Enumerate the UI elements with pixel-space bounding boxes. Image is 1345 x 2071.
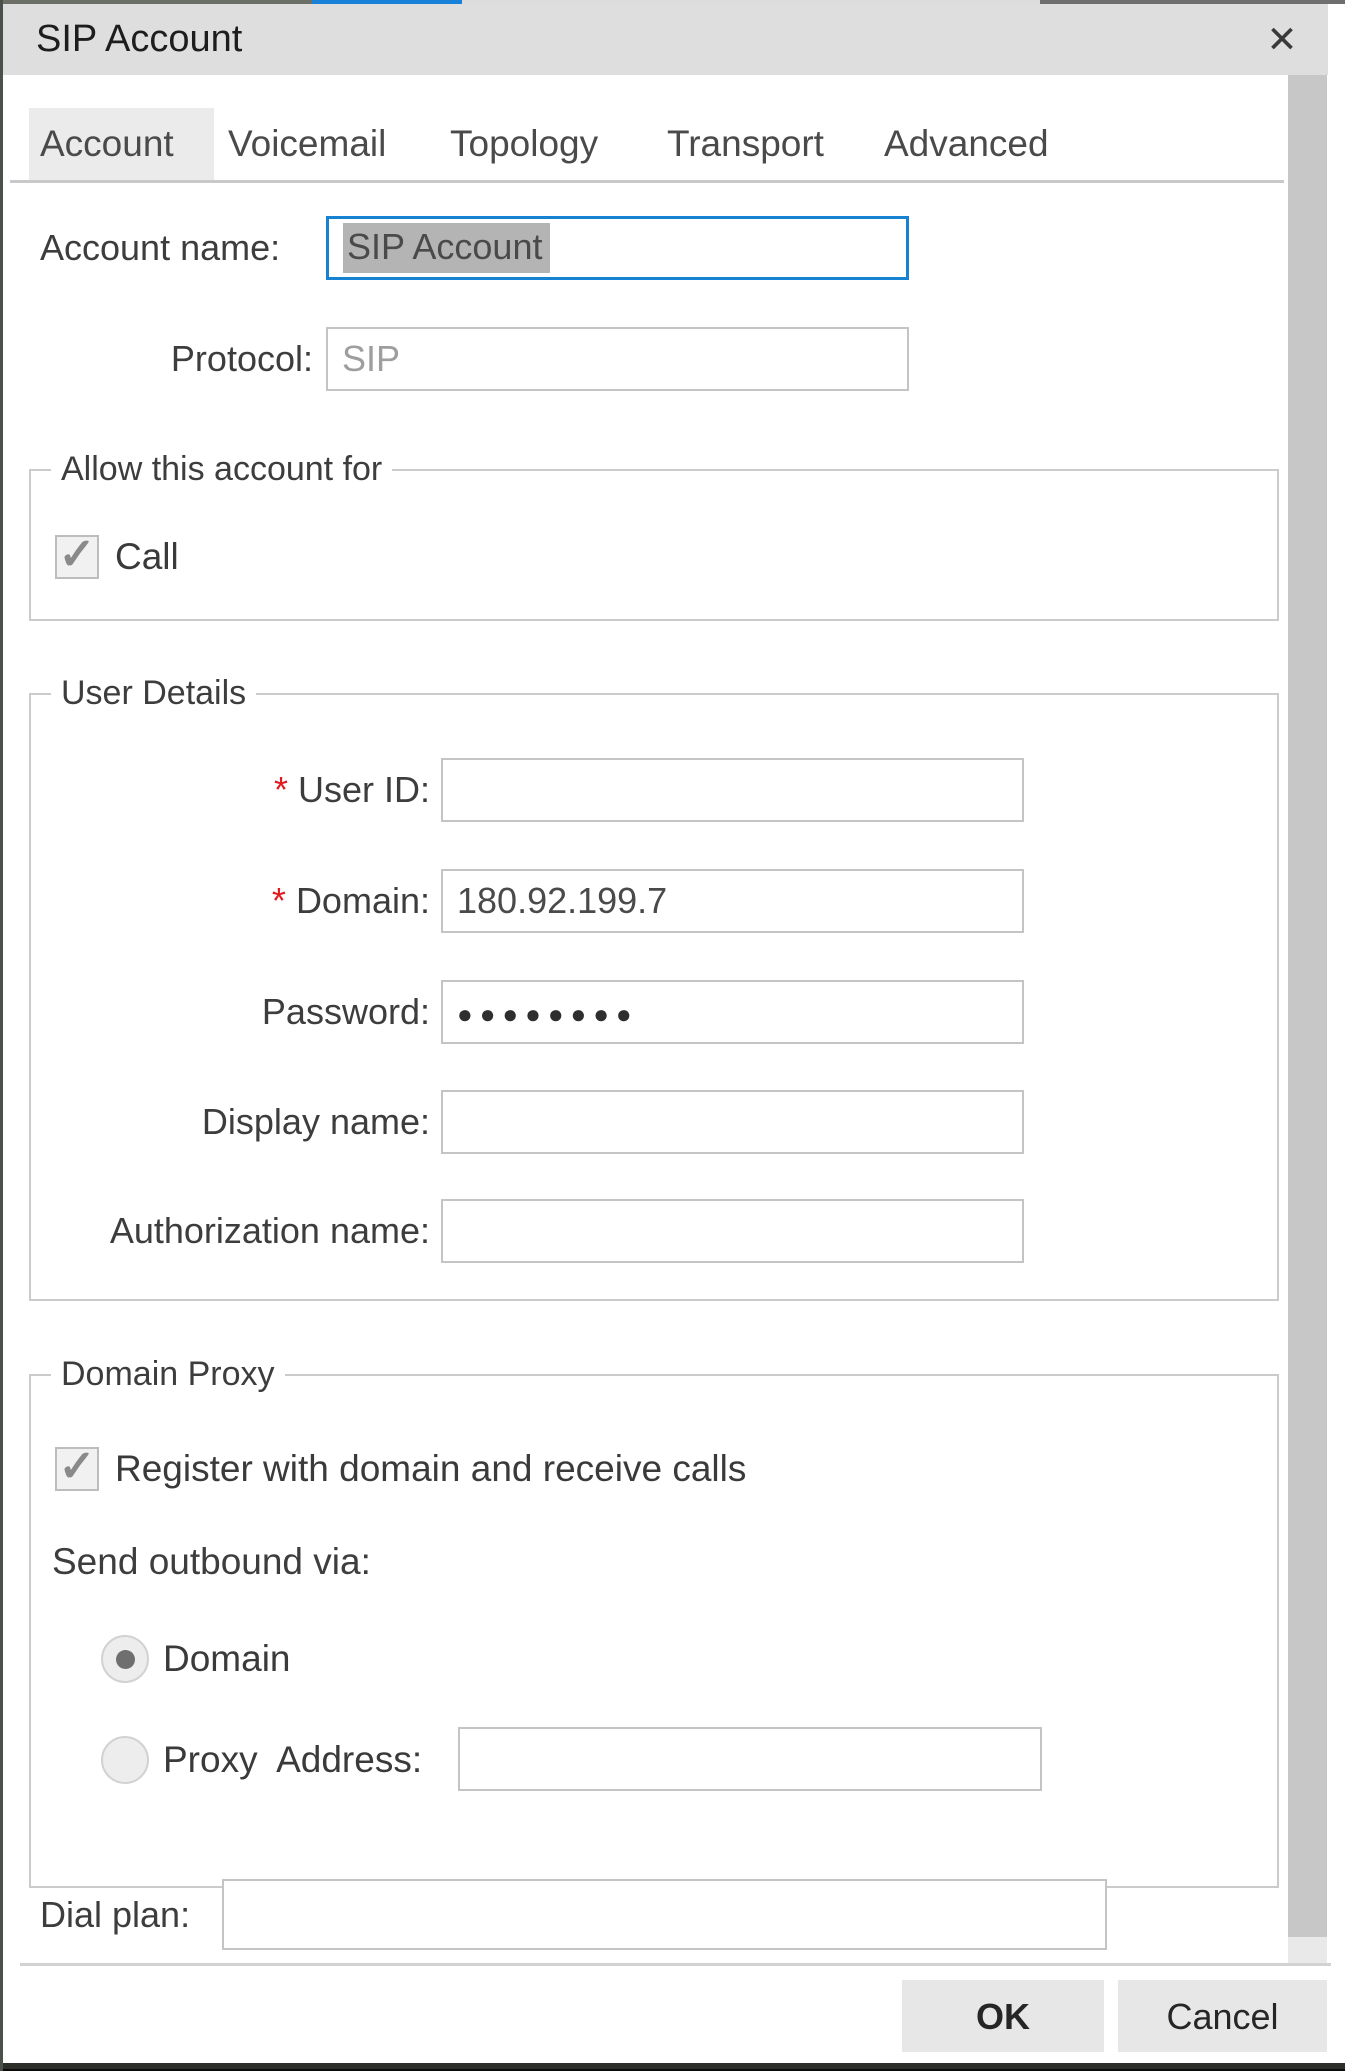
protocol-input: SIP xyxy=(326,327,909,391)
password-masked-value: ●●●●●●●● xyxy=(457,995,639,1030)
footer-divider xyxy=(20,1963,1331,1966)
dial-plan-input[interactable] xyxy=(222,1879,1107,1950)
user-id-label: *User ID: xyxy=(40,758,430,822)
authorization-name-input[interactable] xyxy=(441,1199,1024,1263)
radio-proxy[interactable] xyxy=(101,1736,149,1784)
register-checkbox[interactable]: ✓ xyxy=(55,1447,99,1491)
close-icon[interactable]: ✕ xyxy=(1258,18,1306,62)
checkmark-icon: ✓ xyxy=(59,1441,96,1492)
cancel-button[interactable]: Cancel xyxy=(1118,1980,1327,2052)
protocol-value: SIP xyxy=(342,338,400,380)
password-input[interactable]: ●●●●●●●● xyxy=(441,980,1024,1044)
required-asterisk: * xyxy=(274,769,288,810)
radio-domain-label: Domain xyxy=(163,1635,291,1683)
dialog-title: SIP Account xyxy=(36,4,242,75)
call-checkbox-label: Call xyxy=(115,535,179,579)
account-name-label: Account name: xyxy=(40,216,280,280)
radio-proxy-label: Proxy Address: xyxy=(163,1736,422,1784)
tab-transport[interactable]: Transport xyxy=(667,108,824,180)
user-id-input[interactable] xyxy=(441,758,1024,822)
password-label: Password: xyxy=(40,980,430,1044)
account-name-input[interactable]: SIP Account xyxy=(326,216,909,280)
radio-selected-dot xyxy=(116,1650,135,1669)
tab-underline xyxy=(10,180,1284,183)
window-bottom-border xyxy=(3,2063,1345,2071)
send-outbound-label: Send outbound via: xyxy=(52,1536,371,1588)
authorization-name-label: Authorization name: xyxy=(40,1199,430,1263)
radio-domain[interactable] xyxy=(101,1635,149,1683)
display-name-label: Display name: xyxy=(40,1090,430,1154)
tab-topology[interactable]: Topology xyxy=(450,108,598,180)
allow-group-legend: Allow this account for xyxy=(51,448,392,490)
protocol-label: Protocol: xyxy=(40,327,313,391)
domain-proxy-legend: Domain Proxy xyxy=(51,1353,285,1395)
domain-label: *Domain: xyxy=(40,869,430,933)
screenshot-root: { "window": { "title": "SIP Account" }, … xyxy=(0,0,1345,2071)
window-left-border xyxy=(0,0,3,2071)
tab-advanced[interactable]: Advanced xyxy=(884,108,1049,180)
display-name-input[interactable] xyxy=(441,1090,1024,1154)
call-checkbox[interactable]: ✓ xyxy=(55,535,99,579)
account-name-selected-text: SIP Account xyxy=(343,223,550,273)
domain-input[interactable]: 180.92.199.7 xyxy=(441,869,1024,933)
checkmark-icon: ✓ xyxy=(59,529,96,580)
proxy-address-input[interactable] xyxy=(458,1727,1042,1791)
dial-plan-label: Dial plan: xyxy=(40,1879,190,1950)
domain-value: 180.92.199.7 xyxy=(457,880,667,922)
ok-button[interactable]: OK xyxy=(902,1980,1104,2052)
user-details-legend: User Details xyxy=(51,672,256,714)
register-checkbox-label: Register with domain and receive calls xyxy=(115,1447,746,1491)
tab-account[interactable]: Account xyxy=(40,108,174,180)
allow-group-box xyxy=(29,469,1279,621)
scrollbar-thumb[interactable] xyxy=(1288,75,1327,1937)
required-asterisk: * xyxy=(272,880,286,921)
tab-voicemail[interactable]: Voicemail xyxy=(228,108,386,180)
